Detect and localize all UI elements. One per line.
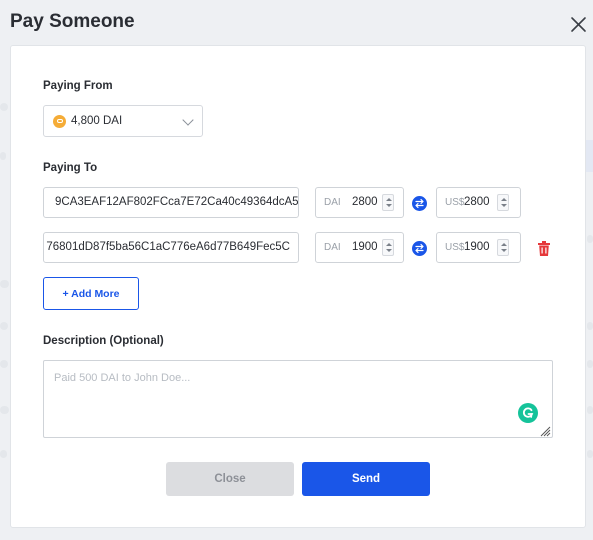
description-label: Description (Optional)	[43, 335, 164, 347]
dai-icon	[53, 114, 66, 128]
recipient-address-input[interactable]: 9CA3EAF12AF802FCca7E72Ca40c49364dcA5	[43, 187, 299, 218]
background-placeholder	[587, 450, 593, 458]
wallet-select-value: 4,800 DAI	[71, 115, 123, 127]
close-icon[interactable]	[568, 14, 590, 36]
token-amount-value: 2800	[352, 196, 378, 208]
fiat-amount-value: 2800	[464, 196, 490, 208]
fiat-unit: US$	[445, 197, 465, 208]
token-amount-stepper[interactable]	[382, 194, 394, 211]
swap-icon[interactable]	[412, 196, 427, 211]
token-amount-input[interactable]: DAI 2800	[315, 187, 404, 218]
background-placeholder	[587, 406, 593, 414]
token-amount-value: 1900	[352, 241, 378, 253]
description-placeholder: Paid 500 DAI to John Doe...	[54, 372, 191, 384]
fiat-amount-input[interactable]: US$ 2800	[436, 187, 521, 218]
fiat-amount-value: 1900	[464, 241, 490, 253]
swap-icon[interactable]	[412, 241, 427, 256]
token-unit: DAI	[324, 242, 341, 253]
token-amount-input[interactable]: DAI 1900	[315, 232, 404, 263]
background-placeholder	[587, 322, 593, 330]
send-button[interactable]: Send	[302, 462, 430, 496]
close-button[interactable]: Close	[166, 462, 294, 496]
background-placeholder	[0, 406, 9, 414]
background-placeholder	[0, 103, 8, 111]
background-placeholder	[587, 235, 593, 243]
add-more-button[interactable]: + Add More	[43, 277, 139, 310]
background-placeholder	[0, 280, 9, 288]
description-textarea[interactable]: Paid 500 DAI to John Doe...	[43, 360, 553, 438]
token-unit: DAI	[324, 197, 341, 208]
background-placeholder	[586, 140, 593, 172]
fiat-amount-stepper[interactable]	[497, 194, 509, 211]
fiat-amount-stepper[interactable]	[497, 239, 509, 256]
fiat-amount-input[interactable]: US$ 1900	[436, 232, 521, 263]
resize-handle-icon[interactable]	[539, 424, 551, 437]
background-placeholder	[0, 360, 8, 368]
fiat-unit: US$	[445, 242, 465, 253]
chevron-down-icon	[182, 114, 194, 126]
grammarly-icon[interactable]	[518, 403, 538, 423]
background-placeholder	[0, 322, 8, 330]
paying-to-label: Paying To	[43, 162, 98, 174]
background-placeholder	[0, 450, 7, 458]
modal-title: Pay Someone	[10, 11, 135, 32]
recipient-address-value: 9CA3EAF12AF802FCca7E72Ca40c49364dcA5	[55, 196, 299, 208]
recipient-address-value: 76801dD87f5ba56C1aC776eA6d77B649Fec5C	[46, 241, 290, 253]
paying-from-label: Paying From	[43, 80, 113, 92]
wallet-select[interactable]: 4,800 DAI	[43, 105, 203, 137]
recipient-address-input[interactable]: 76801dD87f5ba56C1aC776eA6d77B649Fec5C	[43, 232, 299, 263]
background-placeholder	[587, 360, 593, 368]
background-placeholder	[0, 152, 6, 160]
token-amount-stepper[interactable]	[382, 239, 394, 256]
trash-icon[interactable]	[538, 241, 550, 256]
